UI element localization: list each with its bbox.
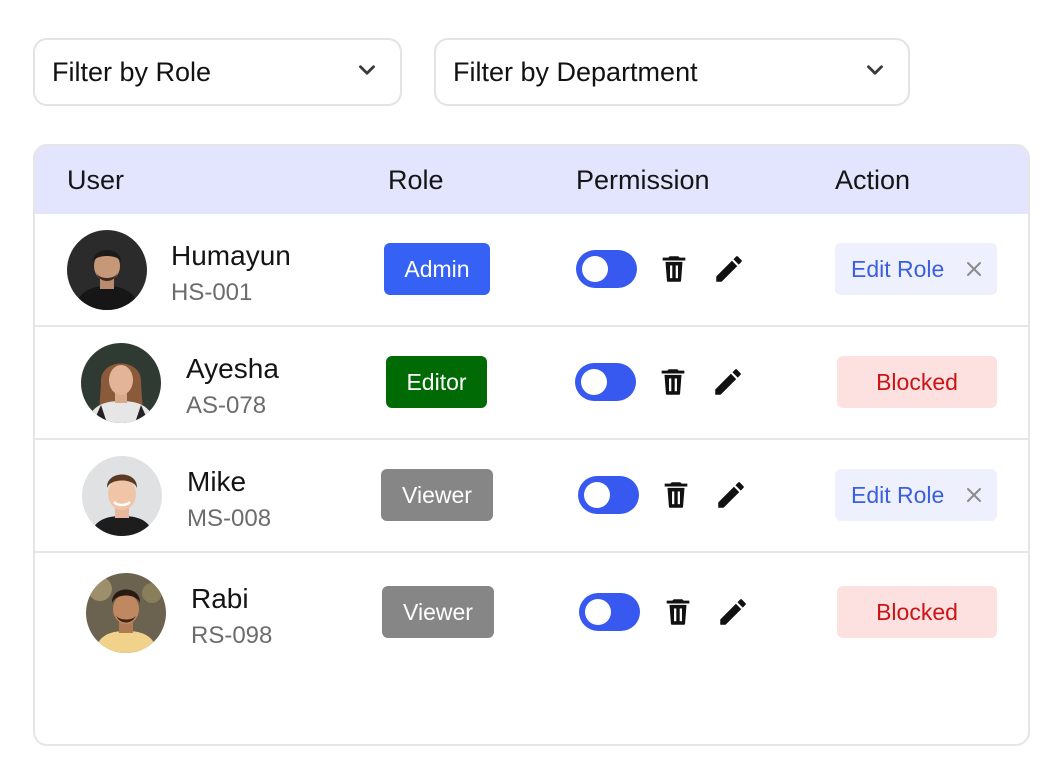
trash-icon[interactable] [657, 252, 691, 286]
column-header-role: Role [388, 165, 444, 195]
table-row: Mike MS-008 Viewer Edit Role [35, 440, 1028, 553]
permission-toggle[interactable] [575, 363, 636, 401]
table-header: User Role Permission Action [35, 146, 1028, 214]
users-table: User Role Permission Action Humayun HS-0… [33, 144, 1030, 746]
avatar [86, 573, 166, 653]
close-icon[interactable] [964, 485, 984, 505]
column-header-action: Action [835, 165, 911, 195]
role-badge-viewer[interactable]: Viewer [382, 586, 494, 638]
avatar [81, 343, 161, 423]
edit-role-label: Edit Role [851, 481, 945, 508]
user-name: Rabi [191, 583, 249, 614]
permission-toggle[interactable] [579, 593, 640, 631]
user-id: MS-008 [187, 505, 272, 532]
table-row: Rabi RS-098 Viewer Blocked [35, 553, 1028, 666]
edit-role-button[interactable]: Edit Role [835, 469, 997, 521]
user-name: Ayesha [186, 353, 279, 384]
filter-by-role-dropdown[interactable]: Filter by Role [33, 38, 402, 106]
table-row: Humayun HS-001 Admin Edit Role [35, 214, 1028, 327]
table-row: Ayesha AS-078 Editor Blocked [35, 327, 1028, 440]
trash-icon[interactable] [656, 365, 690, 399]
trash-icon[interactable] [661, 595, 695, 629]
avatar [82, 456, 162, 536]
filter-by-role-label: Filter by Role [52, 56, 212, 87]
filter-by-department-label: Filter by Department [453, 56, 698, 87]
filter-by-department-dropdown[interactable]: Filter by Department [434, 38, 910, 106]
pencil-icon[interactable] [714, 478, 748, 512]
toggle-knob [581, 369, 607, 395]
pencil-icon[interactable] [711, 365, 745, 399]
role-badge-admin[interactable]: Admin [384, 243, 490, 295]
role-badge-editor[interactable]: Editor [386, 356, 487, 408]
chevron-down-icon [862, 57, 888, 88]
toggle-knob [584, 482, 610, 508]
permission-toggle[interactable] [578, 476, 639, 514]
close-icon[interactable] [964, 259, 984, 279]
trash-icon[interactable] [659, 478, 693, 512]
blocked-status-button[interactable]: Blocked [837, 586, 997, 638]
role-badge-viewer[interactable]: Viewer [381, 469, 493, 521]
avatar [67, 230, 147, 310]
chevron-down-icon [354, 57, 380, 88]
user-id: RS-098 [191, 622, 273, 649]
pencil-icon[interactable] [716, 595, 750, 629]
permission-toggle[interactable] [576, 250, 637, 288]
user-name: Humayun [171, 240, 291, 271]
blocked-status-button[interactable]: Blocked [837, 356, 997, 408]
user-id: HS-001 [171, 279, 253, 306]
edit-role-button[interactable]: Edit Role [835, 243, 997, 295]
edit-role-label: Edit Role [851, 255, 945, 282]
toggle-knob [582, 256, 608, 282]
user-name: Mike [187, 466, 247, 497]
column-header-permission: Permission [576, 165, 710, 195]
column-header-user: User [67, 165, 125, 195]
user-id: AS-078 [186, 392, 267, 419]
pencil-icon[interactable] [712, 252, 746, 286]
toggle-knob [585, 599, 611, 625]
